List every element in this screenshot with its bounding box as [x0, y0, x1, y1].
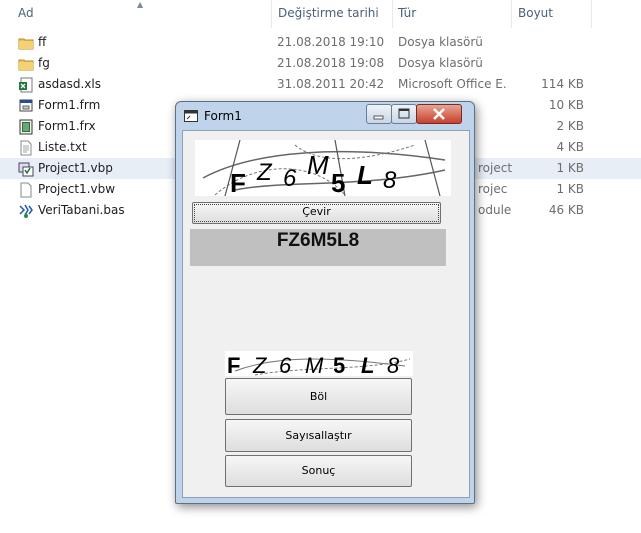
form-window-icon: [184, 110, 198, 122]
captcha-char: Z: [256, 159, 273, 186]
folder-icon: [18, 59, 34, 71]
vb-project-icon: [18, 162, 34, 177]
blank-file-icon: [20, 182, 32, 198]
split-captcha-image: F Z 6 M 5 L 8: [225, 351, 413, 376]
bol-button[interactable]: Böl: [225, 378, 412, 415]
captcha-char: F: [227, 353, 240, 376]
column-header-date[interactable]: Değiştirme tarihi: [278, 6, 379, 20]
column-divider[interactable]: [392, 0, 393, 28]
file-type: Microsoft Office E...: [398, 77, 508, 91]
file-row[interactable]: ff 21.08.2018 19:10 Dosya klasörü: [0, 32, 641, 53]
captcha-char: Z: [252, 353, 268, 376]
file-type: Dosya klasörü: [398, 35, 483, 49]
captcha-char: 6: [283, 165, 297, 192]
excel-file-icon: [19, 77, 33, 93]
form1-window[interactable]: Form1 F Z 6 M 5 L 8 Çevir FZ6M5L8 F Z 6 …: [175, 101, 475, 504]
file-type: Dosya klasörü: [398, 56, 483, 70]
captcha-char: 8: [387, 353, 400, 376]
vb-binary-icon: [19, 119, 33, 135]
result-label: FZ6M5L8: [190, 229, 446, 266]
column-header-size[interactable]: Boyut: [518, 6, 553, 20]
file-size: 10 KB: [548, 98, 584, 112]
captcha-image: F Z 6 M 5 L 8: [195, 140, 451, 196]
file-date: 31.08.2011 20:42: [277, 77, 385, 91]
file-size: 46 KB: [548, 203, 584, 217]
captcha-char: L: [357, 160, 373, 190]
minimize-icon: [373, 115, 384, 120]
column-header-type[interactable]: Tür: [398, 6, 416, 20]
folder-icon: [18, 38, 34, 50]
file-row[interactable]: asdasd.xls 31.08.2011 20:42 Microsoft Of…: [0, 74, 641, 95]
close-icon: [433, 108, 445, 120]
column-header-bar: ▲ Ad Değiştirme tarihi Tür Boyut: [0, 0, 641, 28]
column-divider[interactable]: [591, 0, 592, 28]
window-title: Form1: [204, 109, 242, 123]
maximize-icon: [398, 108, 410, 119]
column-divider[interactable]: [511, 0, 512, 28]
sonuc-button[interactable]: Sonuç: [225, 455, 412, 487]
file-name: Project1.vbw: [38, 182, 116, 196]
file-size: 114 KB: [541, 77, 584, 91]
file-name: fg: [38, 56, 50, 70]
captcha-char: 5: [333, 353, 345, 376]
captcha-char: F: [230, 168, 246, 196]
sayisallastir-button[interactable]: Sayısallaştır: [225, 419, 412, 452]
file-date: 21.08.2018 19:08: [277, 56, 385, 70]
text-file-icon: [20, 140, 32, 156]
file-size: 1 KB: [556, 161, 584, 175]
file-name: Form1.frx: [38, 119, 96, 133]
column-divider[interactable]: [271, 0, 272, 28]
file-name: Liste.txt: [38, 140, 87, 154]
captcha-char: M: [307, 150, 329, 180]
file-name: Project1.vbp: [38, 161, 113, 175]
cevir-button[interactable]: Çevir: [192, 202, 441, 224]
captcha-char: M: [305, 353, 324, 376]
file-size: 1 KB: [556, 182, 584, 196]
maximize-button[interactable]: [391, 104, 417, 124]
file-name: ff: [38, 35, 47, 49]
file-name: asdasd.xls: [38, 77, 101, 91]
sort-ascending-icon: ▲: [137, 0, 144, 9]
column-header-name[interactable]: Ad: [18, 6, 34, 20]
close-button[interactable]: [416, 104, 462, 124]
file-size: 4 KB: [556, 140, 584, 154]
file-size: 2 KB: [556, 119, 584, 133]
file-name: Form1.frm: [38, 98, 101, 112]
form-client-area: F Z 6 M 5 L 8 Çevir FZ6M5L8 F Z 6 M 5 L …: [182, 130, 470, 498]
captcha-char: L: [361, 353, 374, 376]
minimize-button[interactable]: [366, 104, 392, 124]
captcha-char: 8: [383, 167, 397, 194]
file-date: 21.08.2018 19:10: [277, 35, 385, 49]
file-row[interactable]: fg 21.08.2018 19:08 Dosya klasörü: [0, 53, 641, 74]
vb-form-icon: [19, 99, 33, 112]
file-name: VeriTabani.bas: [38, 203, 125, 217]
captcha-char: 6: [279, 353, 292, 376]
window-titlebar[interactable]: Form1: [176, 102, 474, 130]
vb-module-icon: [19, 204, 33, 218]
captcha-char: 5: [331, 168, 345, 196]
